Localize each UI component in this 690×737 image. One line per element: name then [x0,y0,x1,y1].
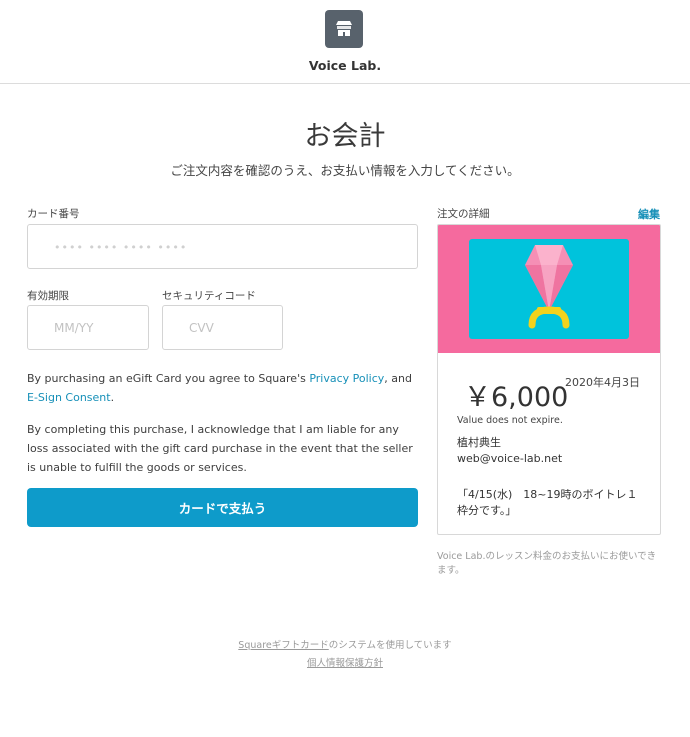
page-title: お会計 [304,121,386,152]
edit-order-link[interactable]: 編集 [638,206,660,222]
recipient-name: 植村典生 [457,436,501,449]
powered-by-text: Squareギフトカードのシステムを使用しています [0,637,690,651]
recipient-info: 植村典生 web@voice-lab.net [457,435,562,467]
site-header: Voice Lab. [0,0,690,84]
recipient-email: web@voice-lab.net [457,452,563,465]
security-code-input[interactable] [163,306,282,349]
order-details-label: 注文の詳細 [437,208,490,220]
gift-card-summary: ￥6,000 2020年4月3日 Value does not expire. … [437,224,661,535]
gift-message: 「4/15(水) 18~19時のボイトレ１枠分です。」 [457,488,638,517]
privacy-policy-link[interactable]: Privacy Policy [309,372,384,385]
privacy-policy-footer-link[interactable]: 個人情報保護方針 [0,655,690,669]
page-subtitle: ご注文内容を確認のうえ、お支払い情報を入力してください。 [170,163,520,178]
esign-consent-link[interactable]: E-Sign Consent [27,391,111,404]
terms-text: By purchasing an eGift Card you agree to… [27,369,417,407]
card-number-field[interactable] [27,224,418,269]
gift-amount: ￥6,000 [464,382,569,413]
order-date: 2020年4月3日 [565,376,640,389]
card-number-label: カード番号 [27,208,80,220]
store-logo [325,10,363,48]
expiration-label: 有効期限 [27,290,69,302]
expiration-field[interactable] [27,305,149,350]
square-gift-card-link[interactable]: Squareギフトカード [238,640,328,651]
expiry-note: Value does not expire. [457,415,563,426]
liability-text: By completing this purchase, I acknowled… [27,423,413,474]
expiration-input[interactable] [28,306,148,349]
usage-note: Voice Lab.のレッスン料金のお支払いにお使いできます。 [437,551,657,576]
terms-prefix: By purchasing an eGift Card you agree to… [27,372,310,385]
terms-middle: , and [384,372,412,385]
card-number-input[interactable] [28,225,417,268]
terms-suffix: . [110,391,115,404]
gift-card-design [469,239,629,339]
pay-with-card-button[interactable]: カードで支払う [27,488,418,527]
powered-by-suffix: のシステムを使用しています [328,640,452,651]
security-code-field[interactable] [162,305,283,350]
gift-card-image [438,225,660,353]
security-code-label: セキュリティコード [162,290,256,302]
brand-name: Voice Lab. [308,58,382,73]
